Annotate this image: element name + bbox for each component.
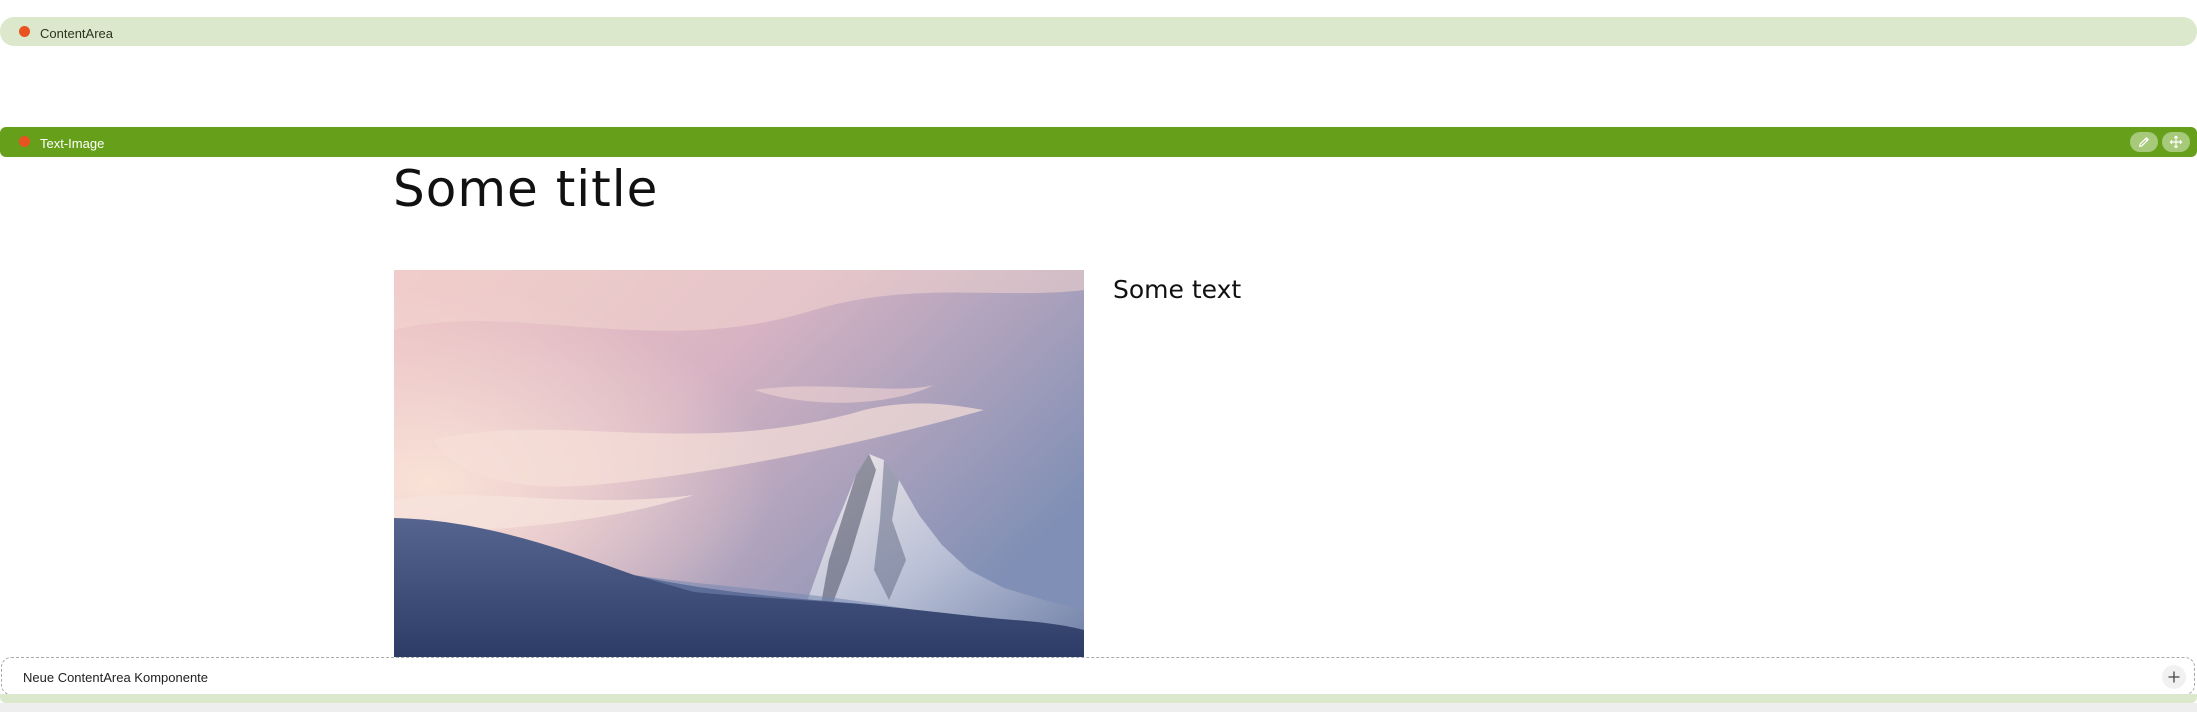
mountain-image [394,270,1084,657]
new-component-bar[interactable]: Neue ContentArea Komponente [1,657,2195,695]
plus-icon [2168,671,2180,683]
component-label: Text-Image [40,136,105,151]
page-bottom-edge [0,703,2197,712]
edit-button[interactable] [2130,132,2158,152]
component-header[interactable]: Text-Image [0,127,2197,157]
body-text: Some text [1113,275,1242,304]
status-dot [19,136,30,147]
status-dot [19,26,30,37]
content-area-footer [0,694,2197,703]
content-area-label: ContentArea [40,26,113,41]
add-component-button[interactable] [2162,665,2186,689]
content-area-header: ContentArea [0,17,2197,46]
new-component-label: Neue ContentArea Komponente [23,670,209,685]
move-button[interactable] [2162,132,2190,152]
page-title: Some title [393,160,659,218]
move-arrows-icon [2169,135,2183,149]
pencil-icon [2139,137,2149,147]
